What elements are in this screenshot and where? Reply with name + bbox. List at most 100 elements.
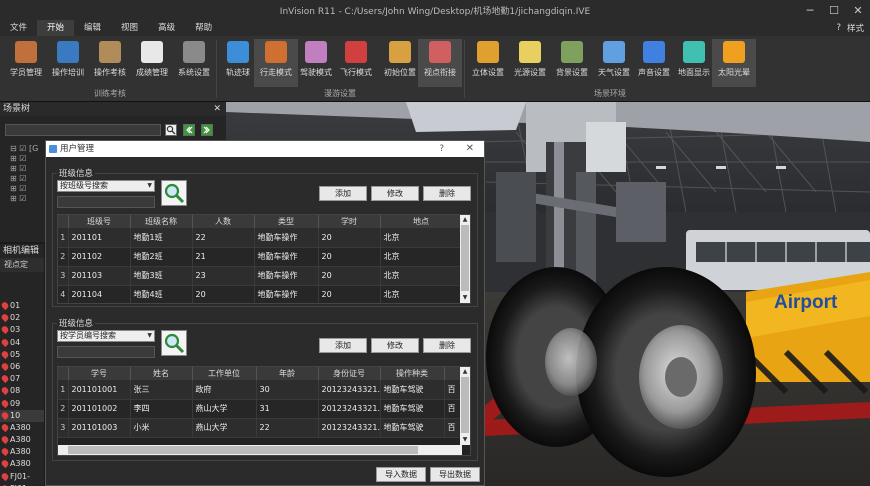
ribbon-button-13[interactable]: 背景设置: [550, 39, 594, 87]
student-edit-button[interactable]: 修改: [371, 338, 419, 353]
class-edit-button[interactable]: 修改: [371, 186, 419, 201]
tree-node[interactable]: ⊞ ☑: [10, 194, 38, 204]
help-button[interactable]: ?: [439, 141, 444, 157]
ribbon-button-15[interactable]: 声音设置: [632, 39, 676, 87]
class-search-button[interactable]: [161, 180, 187, 206]
student-search-button[interactable]: [161, 330, 187, 356]
class-add-button[interactable]: 添加: [319, 186, 367, 201]
tree-node[interactable]: ⊞ ☑: [10, 184, 38, 194]
ribbon-button-2[interactable]: 操作考核: [88, 39, 132, 87]
help-icon[interactable]: ?: [836, 23, 841, 33]
ribbon-button-3[interactable]: 成绩管理: [130, 39, 174, 87]
camera-list-item[interactable]: A380: [0, 458, 44, 470]
hscroll-thumb[interactable]: [68, 446, 418, 454]
ribbon-button-17[interactable]: 太阳光晕: [712, 39, 756, 87]
camera-list-item[interactable]: 01: [0, 300, 44, 312]
ribbon-button-14[interactable]: 天气设置: [592, 39, 636, 87]
ribbon-button-9[interactable]: 初始位置: [378, 39, 422, 87]
camera-list-item[interactable]: A380: [0, 434, 44, 446]
search-icon[interactable]: [165, 124, 177, 136]
table-row[interactable]: 1 201101 地勤1班 22 地勤车操作 20 北京: [58, 228, 463, 248]
menu-advanced[interactable]: 高级: [148, 20, 185, 36]
student-search-combo[interactable]: 按学员编号搜索 ▼: [57, 330, 155, 342]
tree-node[interactable]: ⊞ ☑: [10, 174, 38, 184]
camera-list-item[interactable]: 09: [0, 398, 44, 410]
class-search-combo[interactable]: 按班级号搜索 ▼: [57, 180, 155, 192]
student-table-hscrollbar[interactable]: [58, 445, 462, 455]
ribbon-button-1[interactable]: 操作培训: [46, 39, 90, 87]
camera-list-item[interactable]: A380: [0, 446, 44, 458]
camera-list-item[interactable]: 08: [0, 385, 44, 397]
dialog-close-button[interactable]: ✕: [466, 141, 474, 157]
class-table-scrollbar[interactable]: ▲ ▼: [460, 215, 470, 303]
camera-list-item[interactable]: A380: [0, 422, 44, 434]
table-row[interactable]: 3 201103 地勤3班 23 地勤车操作 20 北京: [58, 266, 463, 286]
table-row[interactable]: 2 201101002 李四 燕山大学 31 20123243321... 地勤车驾驶百: [58, 399, 463, 419]
student-delete-button[interactable]: 删除: [423, 338, 471, 353]
table-row[interactable]: 4 201104 地勤4班 20 地勤车操作 20 北京: [58, 285, 463, 303]
class-search-input[interactable]: [57, 196, 155, 208]
export-data-button[interactable]: 导出数据: [430, 467, 480, 482]
menu-help[interactable]: 帮助: [185, 20, 222, 36]
ribbon-button-10[interactable]: 视点衔接: [418, 39, 462, 87]
table-row[interactable]: 2 201102 地勤2班 21 地勤车操作 20 北京: [58, 247, 463, 267]
class-column-header[interactable]: 班级名称: [130, 215, 193, 228]
camera-list-item[interactable]: 02: [0, 312, 44, 324]
menu-view[interactable]: 视图: [111, 20, 148, 36]
student-column-header[interactable]: 操作种类: [380, 367, 445, 380]
scroll-thumb[interactable]: [461, 377, 469, 433]
prev-result-icon[interactable]: [183, 124, 195, 136]
next-result-icon[interactable]: [201, 124, 213, 136]
camera-list-item[interactable]: FJ01-: [0, 471, 44, 483]
tree-node[interactable]: ⊞ ☑: [10, 154, 38, 164]
class-column-header[interactable]: 班级号: [68, 215, 131, 228]
camera-list-item[interactable]: 07: [0, 373, 44, 385]
camera-list-item[interactable]: 10: [0, 409, 44, 422]
ribbon-button-11[interactable]: 立体设置: [466, 39, 510, 87]
close-icon[interactable]: ✕: [213, 102, 221, 116]
class-delete-button[interactable]: 删除: [423, 186, 471, 201]
minimize-button[interactable]: ─: [798, 0, 822, 20]
camera-list-item[interactable]: 05: [0, 349, 44, 361]
viewpoint-tab[interactable]: 视点定: [0, 258, 44, 272]
menu-start[interactable]: 开始: [37, 20, 75, 36]
scroll-down-icon[interactable]: ▼: [460, 435, 470, 445]
ribbon-button-8[interactable]: 飞行模式: [334, 39, 378, 87]
camera-list-item[interactable]: 03: [0, 324, 44, 336]
style-menu[interactable]: 样式: [847, 22, 864, 34]
class-column-header[interactable]: 地点: [380, 215, 463, 228]
student-search-input[interactable]: [57, 346, 155, 358]
camera-list-item[interactable]: 06: [0, 361, 44, 373]
scene-search-input[interactable]: [5, 124, 161, 136]
ribbon-button-0[interactable]: 学员管理: [4, 39, 48, 87]
class-column-header[interactable]: 人数: [192, 215, 255, 228]
scroll-up-icon[interactable]: ▲: [460, 215, 470, 225]
student-table-vscrollbar[interactable]: ▲ ▼: [460, 367, 470, 445]
close-button[interactable]: ✕: [846, 0, 870, 20]
import-data-button[interactable]: 导入数据: [376, 467, 426, 482]
menu-file[interactable]: 文件: [0, 20, 37, 36]
tree-node[interactable]: ⊞ ☑: [10, 164, 38, 174]
scroll-up-icon[interactable]: ▲: [460, 367, 470, 377]
student-column-header[interactable]: 年龄: [256, 367, 319, 380]
maximize-button[interactable]: ☐: [822, 0, 846, 20]
menu-edit[interactable]: 编辑: [74, 20, 111, 36]
student-column-header[interactable]: 工作单位: [192, 367, 257, 380]
ribbon-button-7[interactable]: 驾驶模式: [294, 39, 338, 87]
ribbon-button-16[interactable]: 地面显示: [672, 39, 716, 87]
student-column-header[interactable]: 学号: [68, 367, 131, 380]
student-column-header[interactable]: 身份证号: [318, 367, 381, 380]
ribbon-button-6[interactable]: 行走模式: [254, 39, 298, 87]
ribbon-button-12[interactable]: 光源设置: [508, 39, 552, 87]
student-add-button[interactable]: 添加: [319, 338, 367, 353]
scroll-down-icon[interactable]: ▼: [460, 293, 470, 303]
class-column-header[interactable]: 学时: [318, 215, 381, 228]
student-column-header[interactable]: 姓名: [130, 367, 193, 380]
class-column-header[interactable]: 类型: [254, 215, 319, 228]
table-row[interactable]: 1 201101001 张三 政府 30 20123243321... 地勤车驾驶百: [58, 380, 463, 400]
ribbon-button-4[interactable]: 系统设置: [172, 39, 216, 87]
table-row[interactable]: 3 201101003 小米 燕山大学 22 20123243321... 地勤车驾驶百: [58, 418, 463, 438]
tree-node[interactable]: ⊟ ☑ [G: [10, 144, 38, 154]
class-column-header[interactable]: [58, 215, 69, 228]
student-column-header[interactable]: [58, 367, 69, 380]
